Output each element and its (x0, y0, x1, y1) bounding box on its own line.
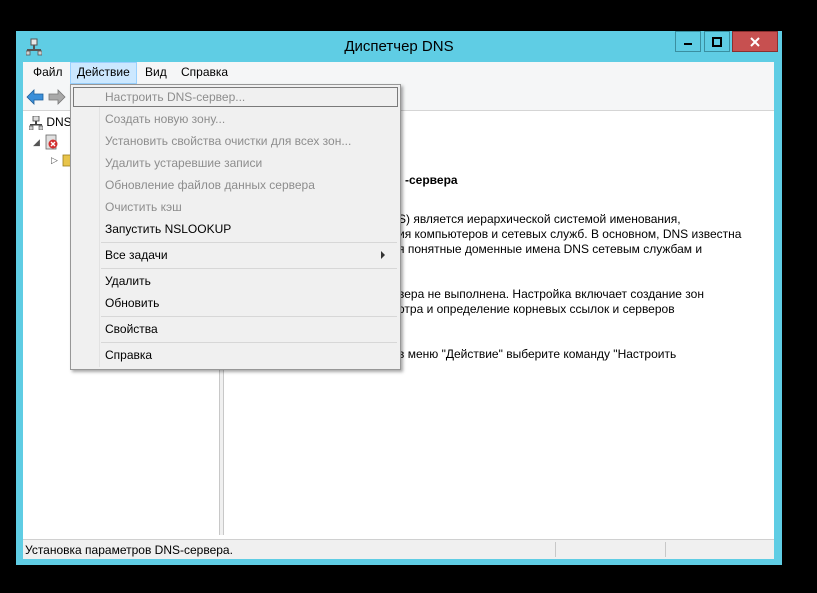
tree-root-label: DNS (46, 115, 72, 129)
menu-separator (101, 316, 397, 317)
status-divider (665, 542, 666, 557)
status-bar: Установка параметров DNS-сервера. (23, 539, 774, 559)
close-button[interactable] (732, 31, 778, 52)
minimize-button[interactable] (675, 31, 701, 52)
dns-server-icon (28, 115, 44, 131)
detail-line: ия компьютеров и сетевых служб. В основн… (398, 227, 742, 241)
menu-update-server-data-files[interactable]: Обновление файлов данных сервера (105, 174, 315, 196)
menu-separator (101, 268, 397, 269)
forward-arrow-icon[interactable] (48, 89, 66, 105)
detail-line: S) является иерархической системой имено… (398, 212, 681, 226)
menu-properties[interactable]: Свойства (105, 318, 158, 340)
maximize-icon (712, 36, 722, 47)
menu-file[interactable]: Файл (27, 62, 69, 84)
menu-action[interactable]: Действие (70, 62, 137, 84)
detail-line: я понятные доменные имена DNS сетевым сл… (398, 242, 703, 256)
menu-configure-dns-server[interactable]: Настроить DNS-сервер... (105, 86, 245, 108)
minimize-icon (684, 42, 692, 45)
menu-delete[interactable]: Удалить (105, 270, 151, 292)
tree-server-node[interactable]: ◢ (33, 133, 60, 150)
status-divider (555, 542, 556, 557)
menu-create-new-zone[interactable]: Создать новую зону... (105, 108, 225, 130)
menu-separator (101, 242, 397, 243)
title-bar[interactable]: Диспетчер DNS (16, 31, 782, 62)
server-error-icon (45, 134, 58, 150)
menu-help[interactable]: Справка (175, 62, 234, 84)
status-text: Установка параметров DNS-сервера. (25, 543, 233, 557)
menu-view[interactable]: Вид (139, 62, 173, 84)
menu-set-aging-scavenging[interactable]: Установить свойства очистки для всех зон… (105, 130, 351, 152)
menu-clear-cache[interactable]: Очистить кэш (105, 196, 182, 218)
detail-line: отра и определение корневых ссылок и сер… (398, 302, 675, 316)
menu-bar: Файл Действие Вид Справка (23, 62, 774, 84)
detail-line: вера не выполнена. Настройка включает со… (398, 287, 704, 301)
menu-scavenge-stale-records[interactable]: Удалить устаревшие записи (105, 152, 262, 174)
tree-root[interactable]: DNS (28, 114, 72, 131)
collapsed-arrow-icon[interactable]: ▷ (51, 152, 59, 168)
menu-all-tasks[interactable]: Все задачи (105, 244, 395, 266)
menu-gutter (99, 87, 100, 367)
detail-line: в меню "Действие" выберите команду "Наст… (398, 347, 677, 361)
detail-heading: -сервера (405, 173, 458, 187)
action-menu-dropdown: Настроить DNS-сервер... Создать новую зо… (70, 84, 401, 370)
back-arrow-icon[interactable] (26, 89, 44, 105)
menu-launch-nslookup[interactable]: Запустить NSLOOKUP (105, 218, 231, 240)
close-icon (750, 36, 760, 47)
maximize-button[interactable] (704, 31, 730, 52)
submenu-arrow-icon (381, 251, 385, 259)
menu-separator (101, 342, 397, 343)
window-title: Диспетчер DNS (344, 38, 454, 55)
menu-help-item[interactable]: Справка (105, 344, 152, 366)
menu-refresh[interactable]: Обновить (105, 292, 159, 314)
expand-arrow-icon[interactable]: ◢ (33, 134, 41, 150)
menu-all-tasks-label: Все задачи (105, 248, 168, 262)
